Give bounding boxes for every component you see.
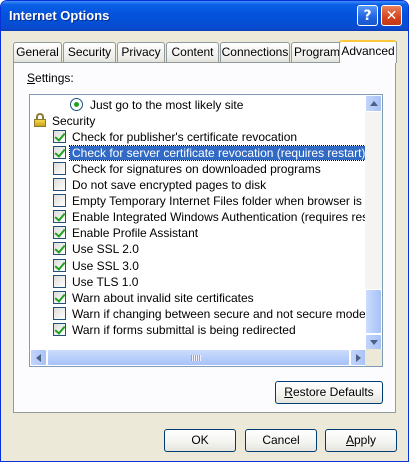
checkbox[interactable] <box>53 194 66 208</box>
arrow-right-icon <box>356 353 361 362</box>
horizontal-scrollbar[interactable] <box>30 349 367 366</box>
window-title: Internet Options <box>9 8 110 23</box>
scroll-left-button[interactable] <box>30 349 47 366</box>
settings-item[interactable]: Use TLS 1.0 <box>30 274 367 290</box>
restore-defaults-button[interactable]: Restore Defaults <box>275 381 383 404</box>
ok-button[interactable]: OK <box>164 429 236 452</box>
settings-item-label: Empty Temporary Internet Files folder wh… <box>72 194 383 209</box>
checkbox[interactable] <box>53 130 66 144</box>
settings-list[interactable]: Just go to the most likely site Security C… <box>29 94 383 367</box>
horizontal-scroll-thumb[interactable] <box>47 349 350 366</box>
settings-item-label: Enable Integrated Windows Authentication… <box>72 210 383 225</box>
help-button[interactable]: ? <box>357 5 378 26</box>
lock-icon <box>34 113 46 128</box>
settings-item-label: Security <box>52 114 96 129</box>
settings-item[interactable]: Warn if forms submittal is being redirec… <box>30 322 367 338</box>
title-bar[interactable]: Internet Options ? ✕ <box>1 1 408 31</box>
scrollbar-corner <box>365 349 382 366</box>
checkbox[interactable] <box>53 306 66 320</box>
tab-connections[interactable]: Connections <box>220 42 290 62</box>
tab-advanced[interactable]: Advanced <box>339 40 397 63</box>
checkbox[interactable] <box>53 178 66 192</box>
settings-item-label: Warn if forms submittal is being redirec… <box>72 322 296 337</box>
checkbox[interactable] <box>53 162 66 176</box>
tab-general[interactable]: General <box>13 42 62 62</box>
checkbox[interactable] <box>53 322 66 336</box>
settings-item-label: Warn if changing between secure and not … <box>72 306 366 321</box>
settings-item-label: Use TLS 1.0 <box>72 274 139 289</box>
tab-content[interactable]: Content <box>166 42 219 62</box>
checkbox[interactable] <box>53 290 66 304</box>
settings-item-label: Do not save encrypted pages to disk <box>72 178 267 193</box>
arrow-down-icon <box>369 340 378 345</box>
radio-button[interactable] <box>70 98 83 111</box>
help-icon: ? <box>363 7 372 24</box>
settings-item-label: Use SSL 2.0 <box>72 242 139 257</box>
internet-options-window: Internet Options ? ✕ General Security Pr… <box>0 0 409 462</box>
checkbox[interactable] <box>53 226 66 240</box>
vertical-scroll-thumb[interactable] <box>365 289 382 334</box>
settings-item-label: Just go to the most likely site <box>90 98 244 112</box>
tab-security[interactable]: Security <box>63 42 116 62</box>
arrow-up-icon <box>369 101 378 106</box>
close-button[interactable]: ✕ <box>381 5 402 26</box>
settings-group: Security <box>30 113 367 129</box>
settings-item-label: Check for signatures on downloaded progr… <box>72 162 321 177</box>
settings-item-label: Enable Profile Assistant <box>72 226 199 241</box>
settings-item-label: Check for publisher's certificate revoca… <box>72 130 298 145</box>
grip-icon <box>191 355 201 361</box>
settings-item[interactable]: Do not save encrypted pages to disk <box>30 177 367 193</box>
close-icon: ✕ <box>385 7 398 24</box>
arrow-left-icon <box>36 353 41 362</box>
settings-item[interactable]: Check for server certificate revocation … <box>30 145 369 162</box>
settings-item[interactable]: Warn if changing between secure and not … <box>30 306 367 322</box>
settings-item[interactable]: Empty Temporary Internet Files folder wh… <box>30 193 382 209</box>
settings-item[interactable]: Check for signatures on downloaded progr… <box>30 161 367 177</box>
checkbox[interactable] <box>53 210 66 224</box>
settings-item[interactable]: Use SSL 3.0 <box>30 258 367 274</box>
settings-item[interactable]: Enable Integrated Windows Authentication… <box>30 209 382 225</box>
settings-item-label: Check for server certificate revocation … <box>68 145 369 162</box>
scroll-up-button[interactable] <box>365 95 382 112</box>
settings-item[interactable]: Enable Profile Assistant <box>30 225 367 241</box>
checkbox[interactable] <box>53 146 66 160</box>
settings-item[interactable]: Check for publisher's certificate revoca… <box>30 129 367 145</box>
settings-item[interactable]: Warn about invalid site certificates <box>30 290 367 306</box>
settings-item[interactable]: Use SSL 2.0 <box>30 241 367 257</box>
cancel-button[interactable]: Cancel <box>245 429 317 452</box>
vertical-scrollbar[interactable] <box>365 95 382 351</box>
tab-privacy[interactable]: Privacy <box>117 42 165 62</box>
settings-item-label: Use SSL 3.0 <box>72 258 139 273</box>
settings-item-label: Warn about invalid site certificates <box>72 290 254 305</box>
apply-button[interactable]: Apply <box>325 429 397 452</box>
settings-item[interactable]: Just go to the most likely site <box>30 97 367 113</box>
checkbox[interactable] <box>53 242 66 256</box>
checkbox[interactable] <box>53 258 66 272</box>
settings-label: Settings: <box>27 71 74 85</box>
checkbox[interactable] <box>53 274 66 288</box>
